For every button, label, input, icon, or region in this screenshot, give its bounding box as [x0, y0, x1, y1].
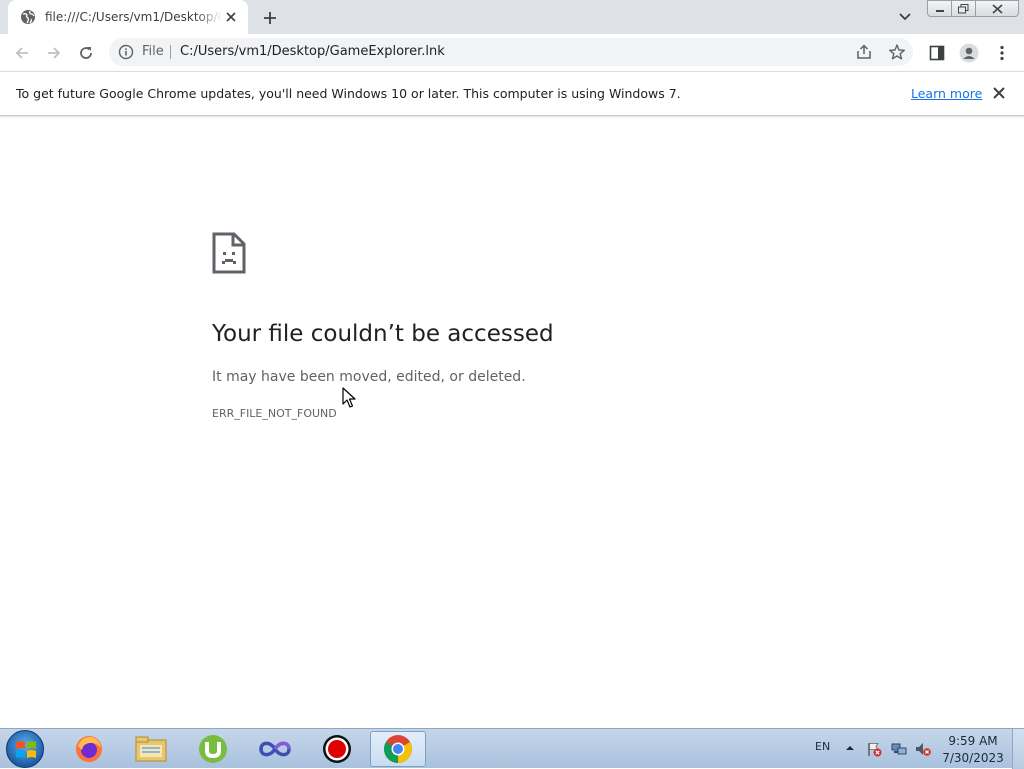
windows-start-icon	[16, 741, 36, 758]
file-explorer-icon	[135, 736, 167, 762]
record-app-icon	[323, 735, 351, 763]
share-icon[interactable]	[855, 43, 873, 61]
show-hidden-icons-arrow[interactable]	[845, 743, 855, 753]
volume-muted-icon[interactable]	[915, 741, 931, 757]
minimize-icon	[935, 9, 944, 12]
menu-button[interactable]	[989, 40, 1015, 66]
chevron-down-icon	[899, 13, 911, 21]
close-icon[interactable]	[991, 85, 1007, 101]
infobar-message: To get future Google Chrome updates, you…	[16, 86, 681, 101]
action-center-flag-icon[interactable]	[866, 741, 882, 757]
star-icon[interactable]	[888, 43, 906, 61]
firefox-icon	[76, 736, 102, 762]
chrome-icon	[384, 735, 412, 763]
side-panel-button[interactable]	[924, 40, 950, 66]
arrow-left-icon	[15, 47, 28, 59]
reload-icon	[80, 47, 92, 59]
error-code: ERR_FILE_NOT_FOUND	[212, 407, 337, 420]
browser-toolbar: File C:/Users/vm1/Desktop/GameExplorer.l…	[0, 34, 1024, 71]
tab-strip: file:///C:/Users/vm1/Desktop/GameExplore…	[0, 0, 1024, 34]
plus-icon	[264, 12, 276, 24]
side-panel-icon	[929, 45, 945, 61]
profile-button[interactable]	[956, 40, 982, 66]
clock-date[interactable]: 7/30/2023	[940, 751, 1006, 765]
taskbar-chrome[interactable]	[370, 731, 426, 767]
clock-time[interactable]: 9:59 AM	[946, 734, 1000, 748]
browser-tab[interactable]: file:///C:/Users/vm1/Desktop/GameExplore…	[8, 0, 248, 34]
taskbar-firefox[interactable]	[61, 731, 117, 767]
globe-icon	[21, 10, 35, 24]
taskbar-utorrent[interactable]	[185, 731, 241, 767]
infinity-app-icon	[259, 741, 291, 757]
info-icon[interactable]	[118, 44, 134, 60]
forward-button[interactable]	[41, 40, 67, 66]
start-button[interactable]	[6, 730, 44, 768]
restore-icon	[958, 3, 969, 13]
taskbar-infinity-app[interactable]	[247, 731, 303, 767]
new-tab-button[interactable]	[259, 7, 281, 29]
update-infobar: To get future Google Chrome updates, you…	[0, 71, 1024, 116]
taskbar-file-explorer[interactable]	[123, 731, 179, 767]
learn-more-link[interactable]: Learn more	[911, 86, 982, 101]
window-close-button[interactable]	[975, 0, 1019, 17]
tab-title: file:///C:/Users/vm1/Desktop/GameExplore…	[45, 10, 222, 24]
error-subtitle: It may have been moved, edited, or delet…	[212, 369, 526, 385]
reload-button[interactable]	[73, 40, 99, 66]
kebab-menu-icon	[1000, 45, 1004, 61]
sad-file-icon	[212, 232, 246, 274]
close-icon	[991, 3, 1003, 14]
url-text[interactable]: C:/Users/vm1/Desktop/GameExplorer.lnk	[180, 44, 445, 59]
address-bar[interactable]: File C:/Users/vm1/Desktop/GameExplorer.l…	[109, 38, 913, 66]
mouse-cursor-icon	[342, 387, 356, 408]
show-desktop-button[interactable]	[1012, 729, 1024, 769]
restore-button[interactable]	[951, 0, 976, 17]
network-icon[interactable]	[891, 741, 907, 757]
taskbar-record-app[interactable]	[309, 731, 365, 767]
taskbar: EN 9:59 AM 7/30/2023	[0, 728, 1024, 769]
language-indicator[interactable]: EN	[815, 740, 830, 753]
scheme-chip: File	[142, 44, 164, 59]
close-icon[interactable]	[222, 8, 240, 26]
back-button[interactable]	[9, 40, 35, 66]
arrow-right-icon	[48, 47, 61, 59]
minimize-button[interactable]	[927, 0, 952, 17]
utorrent-icon	[199, 735, 227, 763]
omnibox-divider	[170, 45, 171, 59]
error-title: Your file couldn’t be accessed	[212, 321, 554, 347]
profile-icon	[959, 43, 979, 63]
tab-search-button[interactable]	[895, 7, 915, 27]
